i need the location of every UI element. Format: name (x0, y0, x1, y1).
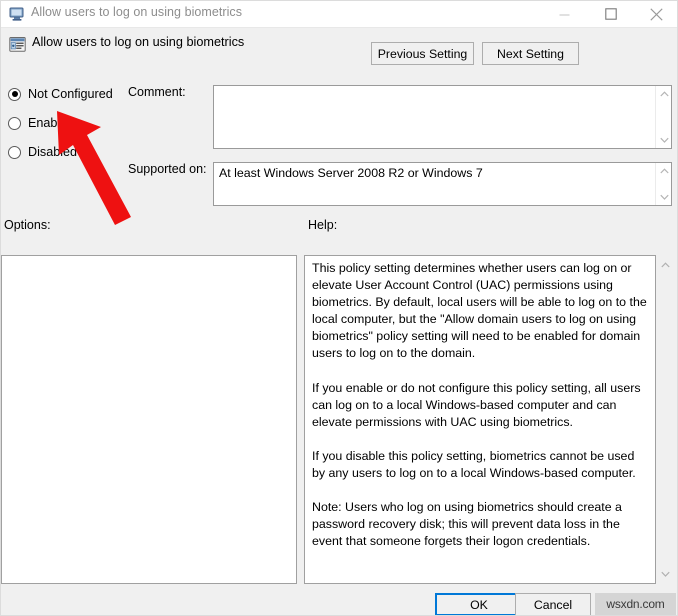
setting-header: Allow users to log on using biometrics P… (1, 28, 677, 73)
radio-label-not-configured: Not Configured (28, 87, 113, 101)
radio-indicator-not-configured[interactable] (8, 87, 21, 101)
close-icon[interactable] (634, 1, 677, 27)
ok-button[interactable]: OK (435, 593, 523, 615)
help-text: This policy setting determines whether u… (312, 260, 649, 550)
help-pane: This policy setting determines whether u… (304, 255, 656, 584)
supported-on-label: Supported on: (128, 162, 207, 176)
monitor-icon (9, 6, 25, 22)
help-label: Help: (308, 218, 338, 232)
comment-scrollbar[interactable] (655, 86, 671, 148)
scroll-down-icon[interactable] (656, 133, 672, 147)
radio-label-disabled: Disabled (28, 145, 78, 159)
options-pane[interactable] (1, 255, 297, 584)
watermark: wsxdn.com (595, 593, 676, 615)
previous-setting-button[interactable]: Previous Setting (371, 42, 474, 65)
supported-on-value: At least Windows Server 2008 R2 or Windo… (219, 166, 483, 180)
help-paragraph: This policy setting determines whether u… (312, 261, 647, 361)
radio-indicator-disabled[interactable] (8, 145, 21, 159)
options-label: Options: (4, 218, 51, 232)
scroll-up-icon[interactable] (656, 87, 672, 101)
help-scrollbar[interactable] (657, 255, 674, 584)
scroll-down-icon[interactable] (656, 190, 672, 204)
policy-setting-dialog: Allow users to log on using biometrics A… (0, 0, 678, 616)
radio-indicator-enabled[interactable] (8, 116, 21, 130)
help-paragraph: If you enable or do not configure this p… (312, 380, 641, 429)
help-paragraph: Note: Users who log on using biometrics … (312, 500, 622, 549)
supported-on-scrollbar[interactable] (655, 163, 671, 205)
comment-input[interactable] (213, 85, 672, 149)
radio-label-enabled: Enabled (28, 116, 75, 130)
minimize-button[interactable] (542, 1, 587, 27)
scroll-down-icon[interactable] (657, 566, 674, 582)
cancel-button[interactable]: Cancel (515, 593, 591, 615)
scroll-up-icon[interactable] (656, 164, 672, 178)
help-paragraph: If you disable this policy setting, biom… (312, 448, 636, 480)
radio-not-configured[interactable]: Not Configured (8, 85, 113, 103)
window-title: Allow users to log on using biometrics (31, 5, 243, 19)
next-setting-button[interactable]: Next Setting (482, 42, 579, 65)
comment-label: Comment: (128, 85, 186, 99)
radio-disabled[interactable]: Disabled (8, 143, 77, 161)
setting-title: Allow users to log on using biometrics (32, 35, 245, 49)
supported-on-field[interactable]: At least Windows Server 2008 R2 or Windo… (213, 162, 672, 206)
maximize-button[interactable] (588, 1, 633, 27)
scroll-up-icon[interactable] (657, 257, 674, 273)
title-bar: Allow users to log on using biometrics (1, 1, 677, 28)
radio-enabled[interactable]: Enabled (8, 114, 74, 132)
policy-setting-icon (9, 36, 26, 53)
